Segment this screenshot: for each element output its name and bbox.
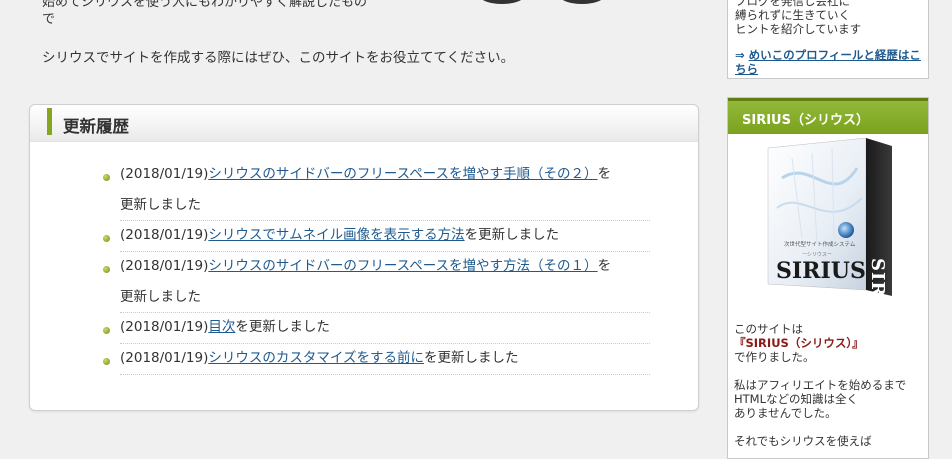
item-suffix: を更新しました — [464, 227, 560, 243]
main-content: 始めてシリウスを使う人にもわかりやすく解説したもの で シリウスでサイトを作成す… — [0, 0, 720, 445]
sirius-text-3: 私はアフィリエイトを始めるまで — [734, 378, 907, 392]
item-suffix: を — [597, 166, 612, 182]
sirius-widget: SIRIUS（シリウス） SIRIUS 次世代型サイト作成システム ーシリウスー… — [727, 97, 929, 459]
arrow-icon: ⇒ — [735, 48, 745, 62]
item-line-2: 更新しました — [120, 289, 201, 305]
item-suffix: を更新しました — [235, 319, 330, 335]
item-date: (2018/01/19) — [120, 166, 209, 182]
bullet-icon — [103, 266, 110, 273]
sirius-description: このサイトは 『SIRIUS（シリウス）』 で作りました。 私はアフィリエイトを… — [734, 322, 926, 448]
intro-text: シリウスでサイトを作成する際にはぜひ、このサイトをお役立ててください。 — [42, 50, 515, 66]
update-link[interactable]: シリウスのサイドバーのフリースペースを増やす手順（その２） — [208, 166, 597, 182]
item-date: (2018/01/19) — [120, 350, 209, 366]
item-suffix: を — [597, 258, 612, 274]
item-separator — [120, 374, 650, 375]
sirius-text-bold: 『SIRIUS（シリウス）』 — [734, 336, 864, 350]
update-link[interactable]: シリウスのサイドバーのフリースペースを増やす方法（その１） — [208, 258, 597, 274]
item-date: (2018/01/19) — [120, 227, 209, 243]
bullet-icon — [103, 235, 110, 242]
update-link[interactable]: 目次 — [208, 319, 235, 335]
item-separator — [120, 312, 650, 313]
profile-line-2: 縛られずに生きていく — [735, 8, 850, 22]
profile-box: ブログを発信し会社に 縛られずに生きていく ヒントを紹介しています ⇒ めいこの… — [727, 0, 929, 79]
product-kana: ーシリウスー — [802, 251, 832, 258]
bullet-icon — [103, 174, 110, 181]
item-separator — [120, 220, 650, 221]
item-separator — [120, 343, 650, 344]
sirius-text-1: このサイトは — [734, 322, 803, 336]
bullet-icon — [103, 358, 110, 365]
sirius-product-image[interactable]: SIRIUS 次世代型サイト作成システム ーシリウスー SIRIUS — [762, 138, 898, 298]
character-illustration — [482, 0, 602, 4]
profile-line-3: ヒントを紹介しています — [735, 22, 862, 36]
svg-text:SIRIUS: SIRIUS — [867, 258, 888, 298]
intro-paragraph-cut: 始めてシリウスを使う人にもわかりやすく解説したもの で — [42, 0, 402, 27]
item-suffix: を更新しました — [423, 350, 519, 366]
update-link[interactable]: シリウスでサムネイル画像を表示する方法 — [208, 227, 464, 243]
update-history-box: 更新履歴 (2018/01/19)シリウスのサイドバーのフリースペースを増やす手… — [29, 104, 699, 411]
intro-line-2: で — [42, 12, 56, 27]
profile-link[interactable]: めいこのプロフィールと経歴はこちら — [735, 48, 921, 76]
bullet-icon — [103, 327, 110, 334]
item-date: (2018/01/19) — [120, 258, 209, 274]
sirius-header: SIRIUS（シリウス） — [728, 98, 928, 134]
item-separator — [120, 251, 650, 252]
item-date: (2018/01/19) — [120, 319, 209, 335]
sirius-text-4: HTMLなどの知識は全く — [734, 392, 859, 406]
item-line-2: 更新しました — [120, 197, 201, 213]
product-subtitle: 次世代型サイト作成システム — [784, 240, 856, 248]
profile-line-1: ブログを発信し会社に — [735, 0, 850, 8]
sirius-text-5: ありませんでした。 — [734, 406, 837, 420]
sirius-title: SIRIUS（シリウス） — [742, 113, 869, 128]
sidebar: ブログを発信し会社に 縛られずに生きていく ヒントを紹介しています ⇒ めいこの… — [727, 0, 929, 459]
update-link[interactable]: シリウスのカスタマイズをする前に — [208, 350, 424, 366]
profile-link-row: ⇒ めいこのプロフィールと経歴はこちら — [735, 48, 925, 76]
sirius-text-6: それでもシリウスを使えば — [734, 434, 872, 448]
product-logo-text: SIRIUS — [776, 258, 866, 284]
intro-line-1: 始めてシリウスを使う人にもわかりやすく解説したもの — [42, 0, 368, 10]
update-list: (2018/01/19)シリウスのサイドバーのフリースペースを増やす手順（その２… — [30, 105, 698, 410]
sirius-text-2: で作りました。 — [734, 350, 815, 364]
